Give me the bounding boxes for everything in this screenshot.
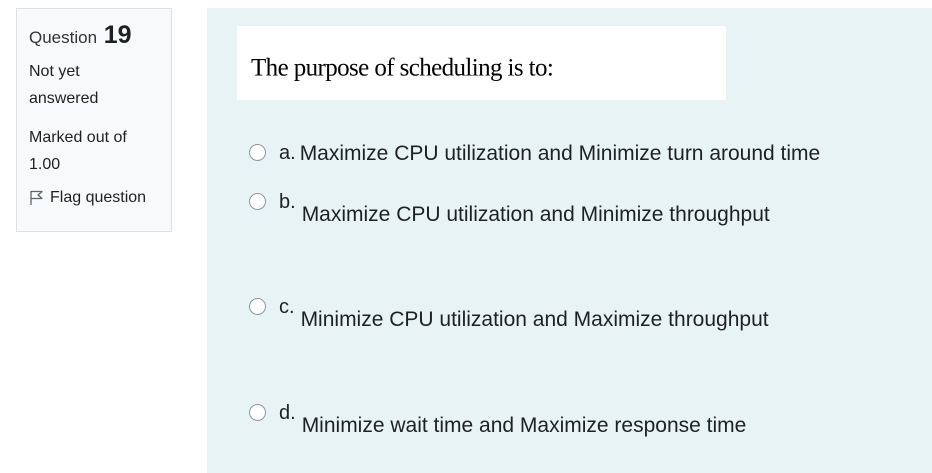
question-text-box: The purpose of scheduling is to: [237, 26, 726, 100]
answer-option-b[interactable]: b. Maximize CPU utilization and Minimize… [249, 191, 770, 227]
option-letter-d: d. [279, 402, 296, 424]
question-text: The purpose of scheduling is to: [251, 54, 554, 82]
answer-option-a[interactable]: a. Maximize CPU utilization and Minimize… [249, 142, 820, 166]
question-label: Question [29, 28, 98, 47]
option-text-a: Maximize CPU utilization and Minimize tu… [299, 142, 821, 165]
question-grade: Marked out of 1.00 [29, 129, 127, 173]
question-number: 19 [103, 21, 132, 49]
radio-button-b[interactable] [249, 193, 266, 210]
option-letter-a: a. [279, 142, 296, 164]
flag-question-link[interactable]: Flag question [29, 189, 171, 207]
radio-button-a[interactable] [249, 144, 266, 161]
answer-option-c[interactable]: c. Minimize CPU utilization and Maximize… [249, 296, 769, 332]
answer-option-d[interactable]: d. Minimize wait time and Maximize respo… [249, 402, 746, 438]
question-content: The purpose of scheduling is to: a. Maxi… [207, 8, 932, 473]
radio-button-c[interactable] [249, 298, 266, 315]
question-info-panel: Question 19 Not yet answered Marked out … [16, 8, 172, 232]
option-text-c: Minimize CPU utilization and Maximize th… [300, 308, 769, 331]
question-number-heading: Question 19 [29, 21, 171, 50]
radio-button-d[interactable] [249, 404, 266, 421]
option-text-d: Minimize wait time and Maximize response… [301, 414, 747, 437]
flag-icon [30, 190, 43, 205]
question-state: Not yet answered [29, 63, 99, 107]
option-text-b: Maximize CPU utilization and Minimize th… [301, 203, 770, 226]
option-letter-b: b. [279, 191, 296, 213]
option-letter-c: c. [279, 296, 295, 318]
flag-question-label: Flag question [50, 189, 147, 206]
